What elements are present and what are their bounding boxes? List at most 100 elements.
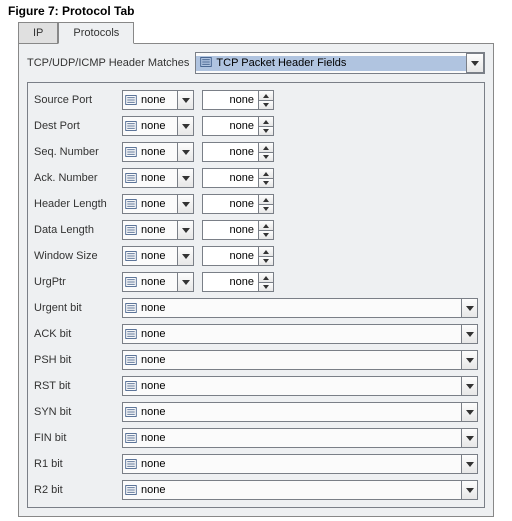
dest-port-spin-up[interactable] [259,117,273,126]
row-source-port: Source Port none none [34,87,478,113]
header-length-op-dropdown[interactable] [177,195,193,213]
urgent-bit-select[interactable]: none [122,298,478,318]
chevron-down-icon [466,410,474,415]
label-ack-number: Ack. Number [34,172,118,184]
list-icon [123,120,139,132]
dest-port-op-dropdown[interactable] [177,117,193,135]
chevron-up-icon [263,250,269,254]
r2-bit-select[interactable]: none [122,480,478,500]
seq-number-op-select[interactable]: none [122,142,194,162]
syn-bit-select[interactable]: none [122,402,478,422]
ack-number-op-value: none [139,172,177,184]
chevron-down-icon [182,98,190,103]
source-port-spinner[interactable]: none [202,90,274,110]
ack-number-spinner[interactable]: none [202,168,274,188]
ack-number-spin-down[interactable] [259,178,273,187]
psh-bit-select[interactable]: none [122,350,478,370]
fin-bit-select[interactable]: none [122,428,478,448]
data-length-op-select[interactable]: none [122,220,194,240]
urgptr-spin-down[interactable] [259,282,273,291]
chevron-down-icon [182,254,190,259]
header-length-spin-up[interactable] [259,195,273,204]
rst-bit-dropdown[interactable] [461,377,477,395]
label-urgent-bit: Urgent bit [34,302,118,314]
header-length-op-value: none [139,198,177,210]
ack-number-op-dropdown[interactable] [177,169,193,187]
chevron-down-icon [466,332,474,337]
window-size-spinner[interactable]: none [202,246,274,266]
window-size-op-select[interactable]: none [122,246,194,266]
urgptr-spinner[interactable]: none [202,272,274,292]
row-ack-bit: ACK bit none [34,321,478,347]
row-fin-bit: FIN bit none [34,425,478,451]
row-r1-bit: R1 bit none [34,451,478,477]
fin-bit-dropdown[interactable] [461,429,477,447]
r1-bit-select[interactable]: none [122,454,478,474]
data-length-spinner[interactable]: none [202,220,274,240]
header-match-select[interactable]: TCP Packet Header Fields [195,52,485,74]
row-data-length: Data Length none none [34,217,478,243]
chevron-down-icon [263,285,269,289]
seq-number-spin-up[interactable] [259,143,273,152]
urgptr-spinner-value: none [203,273,258,291]
window-size-op-dropdown[interactable] [177,247,193,265]
source-port-spinner-value: none [203,91,258,109]
chevron-down-icon [263,181,269,185]
r2-bit-value: none [139,484,461,496]
source-port-op-value: none [139,94,177,106]
ack-bit-dropdown[interactable] [461,325,477,343]
psh-bit-dropdown[interactable] [461,351,477,369]
dest-port-spin-down[interactable] [259,126,273,135]
source-port-spin-down[interactable] [259,100,273,109]
chevron-down-icon [263,103,269,107]
dest-port-spinner[interactable]: none [202,116,274,136]
rst-bit-value: none [139,380,461,392]
header-match-dropdown[interactable] [466,53,484,73]
header-length-spin-down[interactable] [259,204,273,213]
urgptr-op-dropdown[interactable] [177,273,193,291]
protocols-panel: TCP/UDP/ICMP Header Matches TCP Packet H… [18,43,494,517]
window-size-spin-up[interactable] [259,247,273,256]
data-length-spinner-value: none [203,221,258,239]
chevron-down-icon [466,436,474,441]
syn-bit-dropdown[interactable] [461,403,477,421]
r2-bit-dropdown[interactable] [461,481,477,499]
ack-number-op-select[interactable]: none [122,168,194,188]
ack-bit-value: none [139,328,461,340]
chevron-up-icon [263,146,269,150]
ack-bit-select[interactable]: none [122,324,478,344]
data-length-spin-up[interactable] [259,221,273,230]
urgptr-op-select[interactable]: none [122,272,194,292]
dest-port-op-select[interactable]: none [122,116,194,136]
tab-bar: IP Protocols [18,22,494,43]
ack-number-spin-up[interactable] [259,169,273,178]
seq-number-spinner[interactable]: none [202,142,274,162]
list-icon [123,276,139,288]
header-match-value: TCP Packet Header Fields [216,57,462,69]
row-urgptr: UrgPtr none none [34,269,478,295]
r1-bit-dropdown[interactable] [461,455,477,473]
source-port-op-select[interactable]: none [122,90,194,110]
source-port-op-dropdown[interactable] [177,91,193,109]
chevron-up-icon [263,198,269,202]
header-length-spinner[interactable]: none [202,194,274,214]
tab-protocols[interactable]: Protocols [58,22,134,44]
fin-bit-value: none [139,432,461,444]
source-port-spin-up[interactable] [259,91,273,100]
list-icon [123,458,139,470]
urgent-bit-dropdown[interactable] [461,299,477,317]
window-size-spin-down[interactable] [259,256,273,265]
data-length-op-dropdown[interactable] [177,221,193,239]
header-length-op-select[interactable]: none [122,194,194,214]
figure-title: Figure 7: Protocol Tab [0,0,512,22]
urgptr-spin-up[interactable] [259,273,273,282]
list-icon [123,250,139,262]
row-rst-bit: RST bit none [34,373,478,399]
chevron-up-icon [263,172,269,176]
seq-number-spin-down[interactable] [259,152,273,161]
list-icon [123,198,139,210]
tab-ip[interactable]: IP [18,22,58,43]
seq-number-op-dropdown[interactable] [177,143,193,161]
data-length-spin-down[interactable] [259,230,273,239]
rst-bit-select[interactable]: none [122,376,478,396]
